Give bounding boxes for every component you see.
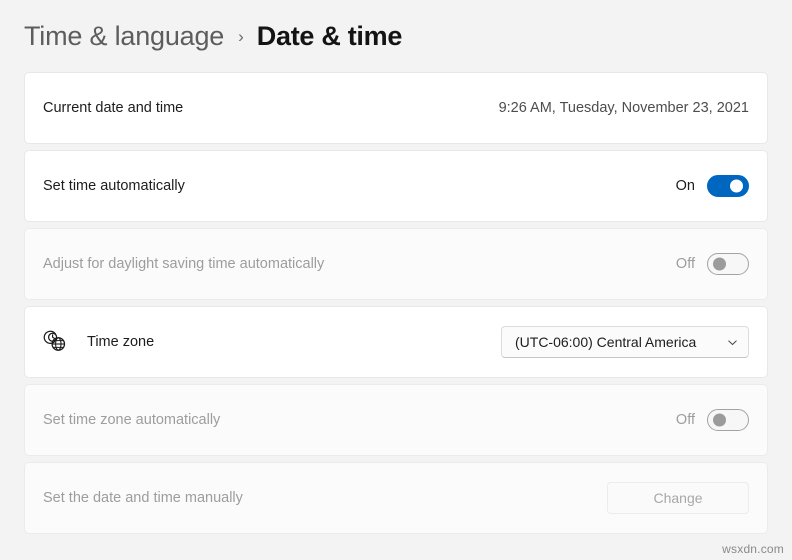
adjust-daylight-saving-state-text: Off	[675, 256, 695, 272]
chevron-down-icon	[728, 339, 737, 345]
toggle-knob	[713, 413, 726, 427]
time-zone-dropdown[interactable]: (UTC-06:00) Central America	[501, 326, 749, 358]
row-adjust-daylight-saving: Adjust for daylight saving time automati…	[24, 228, 768, 300]
adjust-daylight-saving-toggle	[707, 253, 749, 275]
breadcrumb: Time & language › Date & time	[0, 0, 792, 60]
time-zone-dropdown-value: (UTC-06:00) Central America	[515, 334, 697, 350]
current-date-and-time-label: Current date and time	[43, 100, 184, 116]
adjust-daylight-saving-label: Adjust for daylight saving time automati…	[43, 256, 325, 272]
row-set-time-zone-automatically: Set time zone automatically Off	[24, 384, 768, 456]
set-date-and-time-manually-control-group: Change	[607, 482, 749, 514]
toggle-knob	[730, 179, 743, 193]
set-time-automatically-state-text: On	[675, 178, 695, 194]
time-zone-label: Time zone	[87, 334, 155, 350]
settings-card-list: Current date and time 9:26 AM, Tuesday, …	[24, 72, 768, 540]
row-time-zone: Time zone (UTC-06:00) Central America	[24, 306, 768, 378]
set-time-zone-automatically-toggle	[707, 409, 749, 431]
set-time-automatically-control-group: On	[676, 175, 749, 197]
page-title: Date & time	[256, 20, 403, 51]
set-date-and-time-manually-label: Set the date and time manually	[43, 490, 243, 506]
time-zone-control-group: (UTC-06:00) Central America	[501, 326, 749, 358]
current-date-and-time-value-group: 9:26 AM, Tuesday, November 23, 2021	[499, 100, 749, 116]
time-zone-globe-clock-icon	[43, 330, 66, 351]
row-set-time-automatically[interactable]: Set time automatically On	[24, 150, 768, 222]
chevron-right-icon: ›	[238, 27, 244, 46]
set-time-zone-automatically-control-group: Off	[676, 409, 749, 431]
set-time-automatically-label: Set time automatically	[43, 178, 185, 194]
watermark: wsxdn.com	[722, 542, 784, 556]
set-time-zone-automatically-state-text: Off	[675, 412, 695, 428]
row-current-date-and-time: Current date and time 9:26 AM, Tuesday, …	[24, 72, 768, 144]
adjust-daylight-saving-control-group: Off	[676, 253, 749, 275]
toggle-knob	[713, 257, 726, 271]
change-button: Change	[607, 482, 749, 514]
current-date-and-time-value: 9:26 AM, Tuesday, November 23, 2021	[498, 100, 749, 116]
breadcrumb-parent-link[interactable]: Time & language	[24, 21, 224, 52]
set-time-zone-automatically-label: Set time zone automatically	[43, 412, 221, 428]
set-time-automatically-toggle[interactable]	[707, 175, 749, 197]
row-set-date-and-time-manually: Set the date and time manually Change	[24, 462, 768, 534]
